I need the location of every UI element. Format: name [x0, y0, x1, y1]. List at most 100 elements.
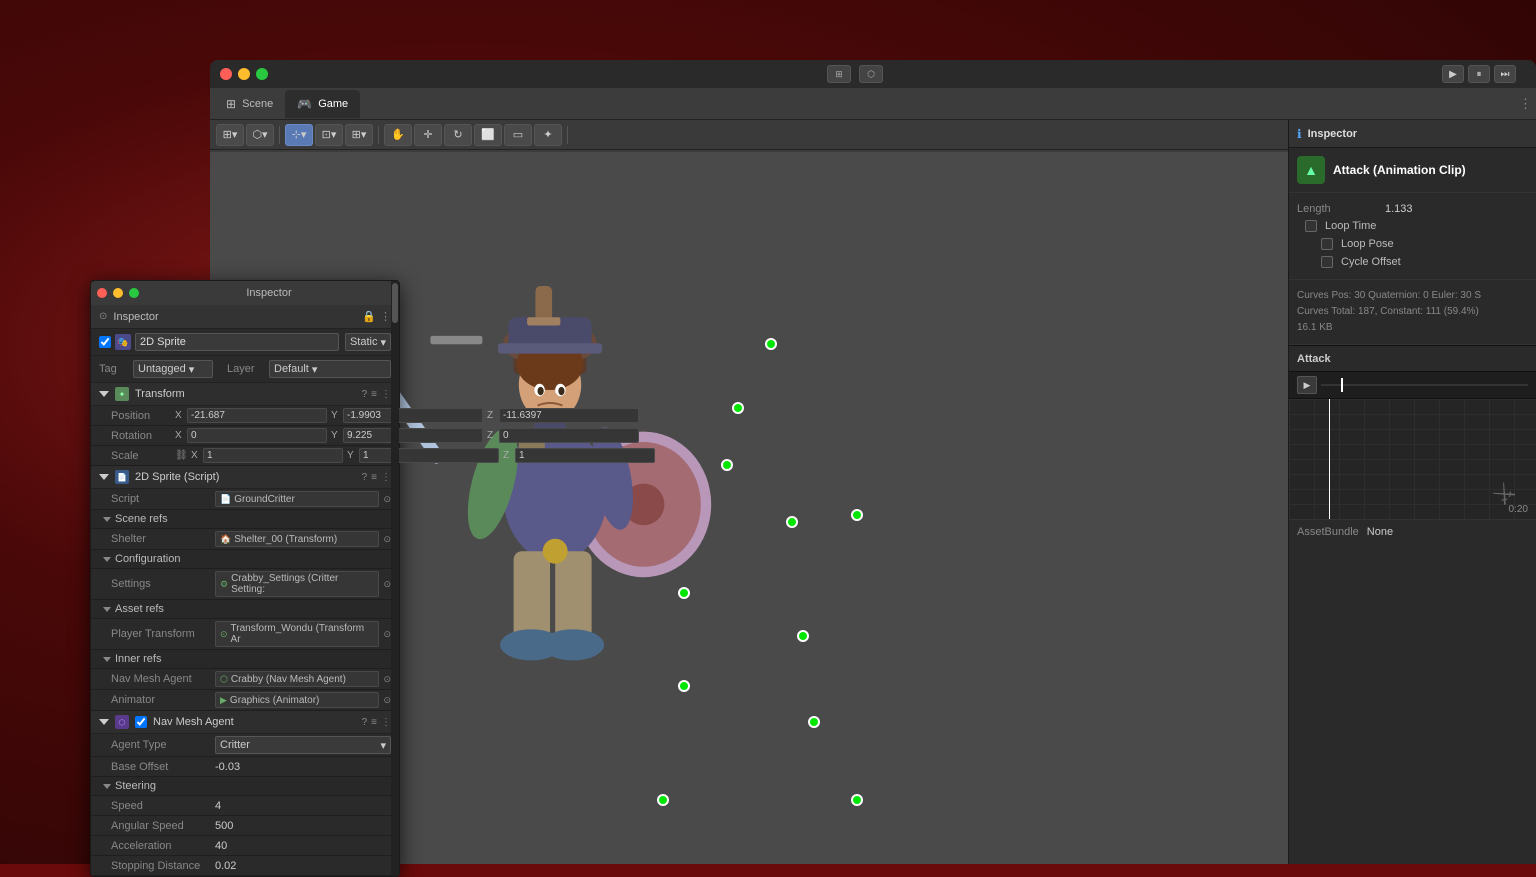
nav-mesh-help[interactable]: ?	[362, 717, 368, 728]
scroll-indicator[interactable]	[391, 281, 399, 876]
curves-line-3: 16.1 KB	[1297, 320, 1528, 336]
play-button[interactable]: ▶	[1442, 65, 1464, 83]
minimize-button[interactable]	[238, 68, 250, 80]
rotation-fields: X Y Z	[175, 428, 639, 443]
shelter-ref: 🏠 Shelter_00 (Transform)	[215, 531, 379, 547]
animator-link[interactable]: ⊙	[383, 695, 391, 706]
nav-mesh-menu[interactable]: ⋮	[381, 717, 391, 728]
bone-dot-right-hip	[797, 630, 809, 642]
tag-arrow: ▾	[189, 363, 195, 376]
scale-z-input[interactable]	[515, 448, 655, 463]
sprite-script-menu[interactable]: ⋮	[381, 472, 391, 483]
tool-scale[interactable]: ⬜	[474, 124, 502, 146]
nav-mesh-agent-row: Nav Mesh Agent ⬡ Crabby (Nav Mesh Agent)…	[91, 669, 399, 690]
script-ref-text: GroundCritter	[234, 494, 295, 505]
script-ref-icon: 📄	[220, 494, 231, 505]
tool-custom[interactable]: ✦	[534, 124, 562, 146]
player-transform-link[interactable]: ⊙	[383, 629, 391, 640]
bone-dot-chest	[721, 459, 733, 471]
script-ref: 📄 GroundCritter	[215, 491, 379, 507]
stopping-distance-label: Stopping Distance	[111, 860, 211, 872]
rotation-x-input[interactable]	[187, 428, 327, 443]
tool-grid[interactable]: ⊹▾	[285, 124, 313, 146]
pause-button[interactable]: ⏸	[1468, 65, 1490, 83]
shelter-ref-icon: 🏠	[220, 534, 231, 545]
left-maximize-button[interactable]	[129, 288, 139, 298]
sprite-script-help[interactable]: ?	[362, 472, 368, 483]
tab-scene[interactable]: ⊞ Scene	[214, 90, 285, 118]
loop-time-checkbox[interactable]	[1305, 220, 1317, 232]
rotation-y-input[interactable]	[343, 428, 483, 443]
tool-hand[interactable]: ✋	[384, 124, 412, 146]
position-z-input[interactable]	[499, 408, 639, 423]
scale-y-input[interactable]	[359, 448, 499, 463]
menu-button[interactable]: ⋮	[380, 310, 391, 323]
static-label: Static	[350, 336, 378, 348]
settings-link-icon[interactable]: ⊙	[383, 579, 391, 590]
sprite-script-title: 2D Sprite (Script)	[135, 471, 219, 483]
scene-tab-icon: ⊞	[226, 97, 236, 111]
transform-menu[interactable]: ⋮	[381, 389, 391, 400]
tab-menu-button[interactable]: ⋮	[1519, 96, 1532, 112]
cycle-offset-checkbox[interactable]	[1321, 256, 1333, 268]
static-dropdown[interactable]: Static ▾	[345, 333, 391, 351]
active-checkbox[interactable]	[99, 336, 111, 348]
maximize-button[interactable]	[256, 68, 268, 80]
transform-btn[interactable]: ⬡	[859, 65, 883, 83]
left-panel-title: Inspector	[145, 287, 393, 299]
nav-mesh-component-header[interactable]: ⬡ Nav Mesh Agent ? ≡ ⋮	[91, 711, 399, 734]
transform-help[interactable]: ?	[362, 389, 368, 400]
sprite-name-input[interactable]	[135, 333, 339, 351]
sprite-script-header[interactable]: 📄 2D Sprite (Script) ? ≡ ⋮	[91, 466, 399, 489]
tab-bar: ⊞ Scene 🎮 Game ⋮	[210, 88, 1536, 120]
layer-dropdown[interactable]: Default ▾	[269, 360, 391, 378]
transform-settings[interactable]: ≡	[371, 389, 377, 400]
nav-mesh-active-checkbox[interactable]	[135, 716, 147, 728]
tool-rotate[interactable]: ↻	[444, 124, 472, 146]
tool-rect[interactable]: ▭	[504, 124, 532, 146]
rotation-z-input[interactable]	[499, 428, 639, 443]
steering-header: Steering	[91, 777, 399, 796]
rotation-x-field: X	[175, 428, 327, 443]
left-minimize-button[interactable]	[113, 288, 123, 298]
lock-button[interactable]: 🔒	[362, 310, 376, 323]
script-link-icon[interactable]: ⊙	[383, 494, 391, 505]
tool-pivot[interactable]: ⊞▾	[345, 124, 373, 146]
scene-btn[interactable]: ⊞	[827, 65, 851, 83]
loop-pose-checkbox[interactable]	[1321, 238, 1333, 250]
step-button[interactable]: ⏭	[1494, 65, 1516, 83]
transform-component-header[interactable]: ✦ Transform ? ≡ ⋮	[91, 383, 399, 406]
position-y-input[interactable]	[343, 408, 483, 423]
inspector-right-header: ℹ Inspector	[1289, 120, 1536, 148]
tool-layers[interactable]: ⊞▾	[216, 124, 244, 146]
close-button[interactable]	[220, 68, 232, 80]
left-close-button[interactable]	[97, 288, 107, 298]
bone-dot-left-foot	[657, 794, 669, 806]
timeline-scrubber[interactable]	[1321, 384, 1528, 386]
nav-mesh-settings[interactable]: ≡	[371, 717, 377, 728]
tag-dropdown[interactable]: Untagged ▾	[133, 360, 213, 378]
scale-x-input[interactable]	[203, 448, 343, 463]
tool-snap[interactable]: ⊡▾	[315, 124, 343, 146]
tab-game[interactable]: 🎮 Game	[285, 90, 360, 118]
tool-move[interactable]: ✛	[414, 124, 442, 146]
left-title-bar: Inspector	[91, 281, 399, 305]
nav-mesh-link[interactable]: ⊙	[383, 674, 391, 685]
position-row: Position X Y Z	[91, 406, 399, 426]
sprite-script-triangle	[99, 474, 109, 480]
scale-lock-icon[interactable]: ⛓	[175, 450, 187, 461]
config-triangle	[103, 557, 111, 562]
tag-layer-row: Tag Untagged ▾ Layer Default ▾	[91, 356, 399, 383]
sprite-script-settings[interactable]: ≡	[371, 472, 377, 483]
timeline-timestamp: 0:20	[1509, 504, 1528, 515]
tool-components[interactable]: ⬡▾	[246, 124, 274, 146]
agent-type-arrow: ▾	[380, 739, 386, 752]
animation-title: Attack	[1297, 353, 1331, 365]
curves-info: Curves Pos: 30 Quaternion: 0 Euler: 30 S…	[1289, 280, 1536, 345]
anim-play-button[interactable]: ▶	[1297, 376, 1317, 394]
agent-type-select[interactable]: Critter ▾	[215, 736, 391, 754]
animator-row: Animator ▶ Graphics (Animator) ⊙	[91, 690, 399, 711]
shelter-link-icon[interactable]: ⊙	[383, 534, 391, 545]
acceleration-row: Acceleration 40	[91, 836, 399, 856]
position-x-input[interactable]	[187, 408, 327, 423]
